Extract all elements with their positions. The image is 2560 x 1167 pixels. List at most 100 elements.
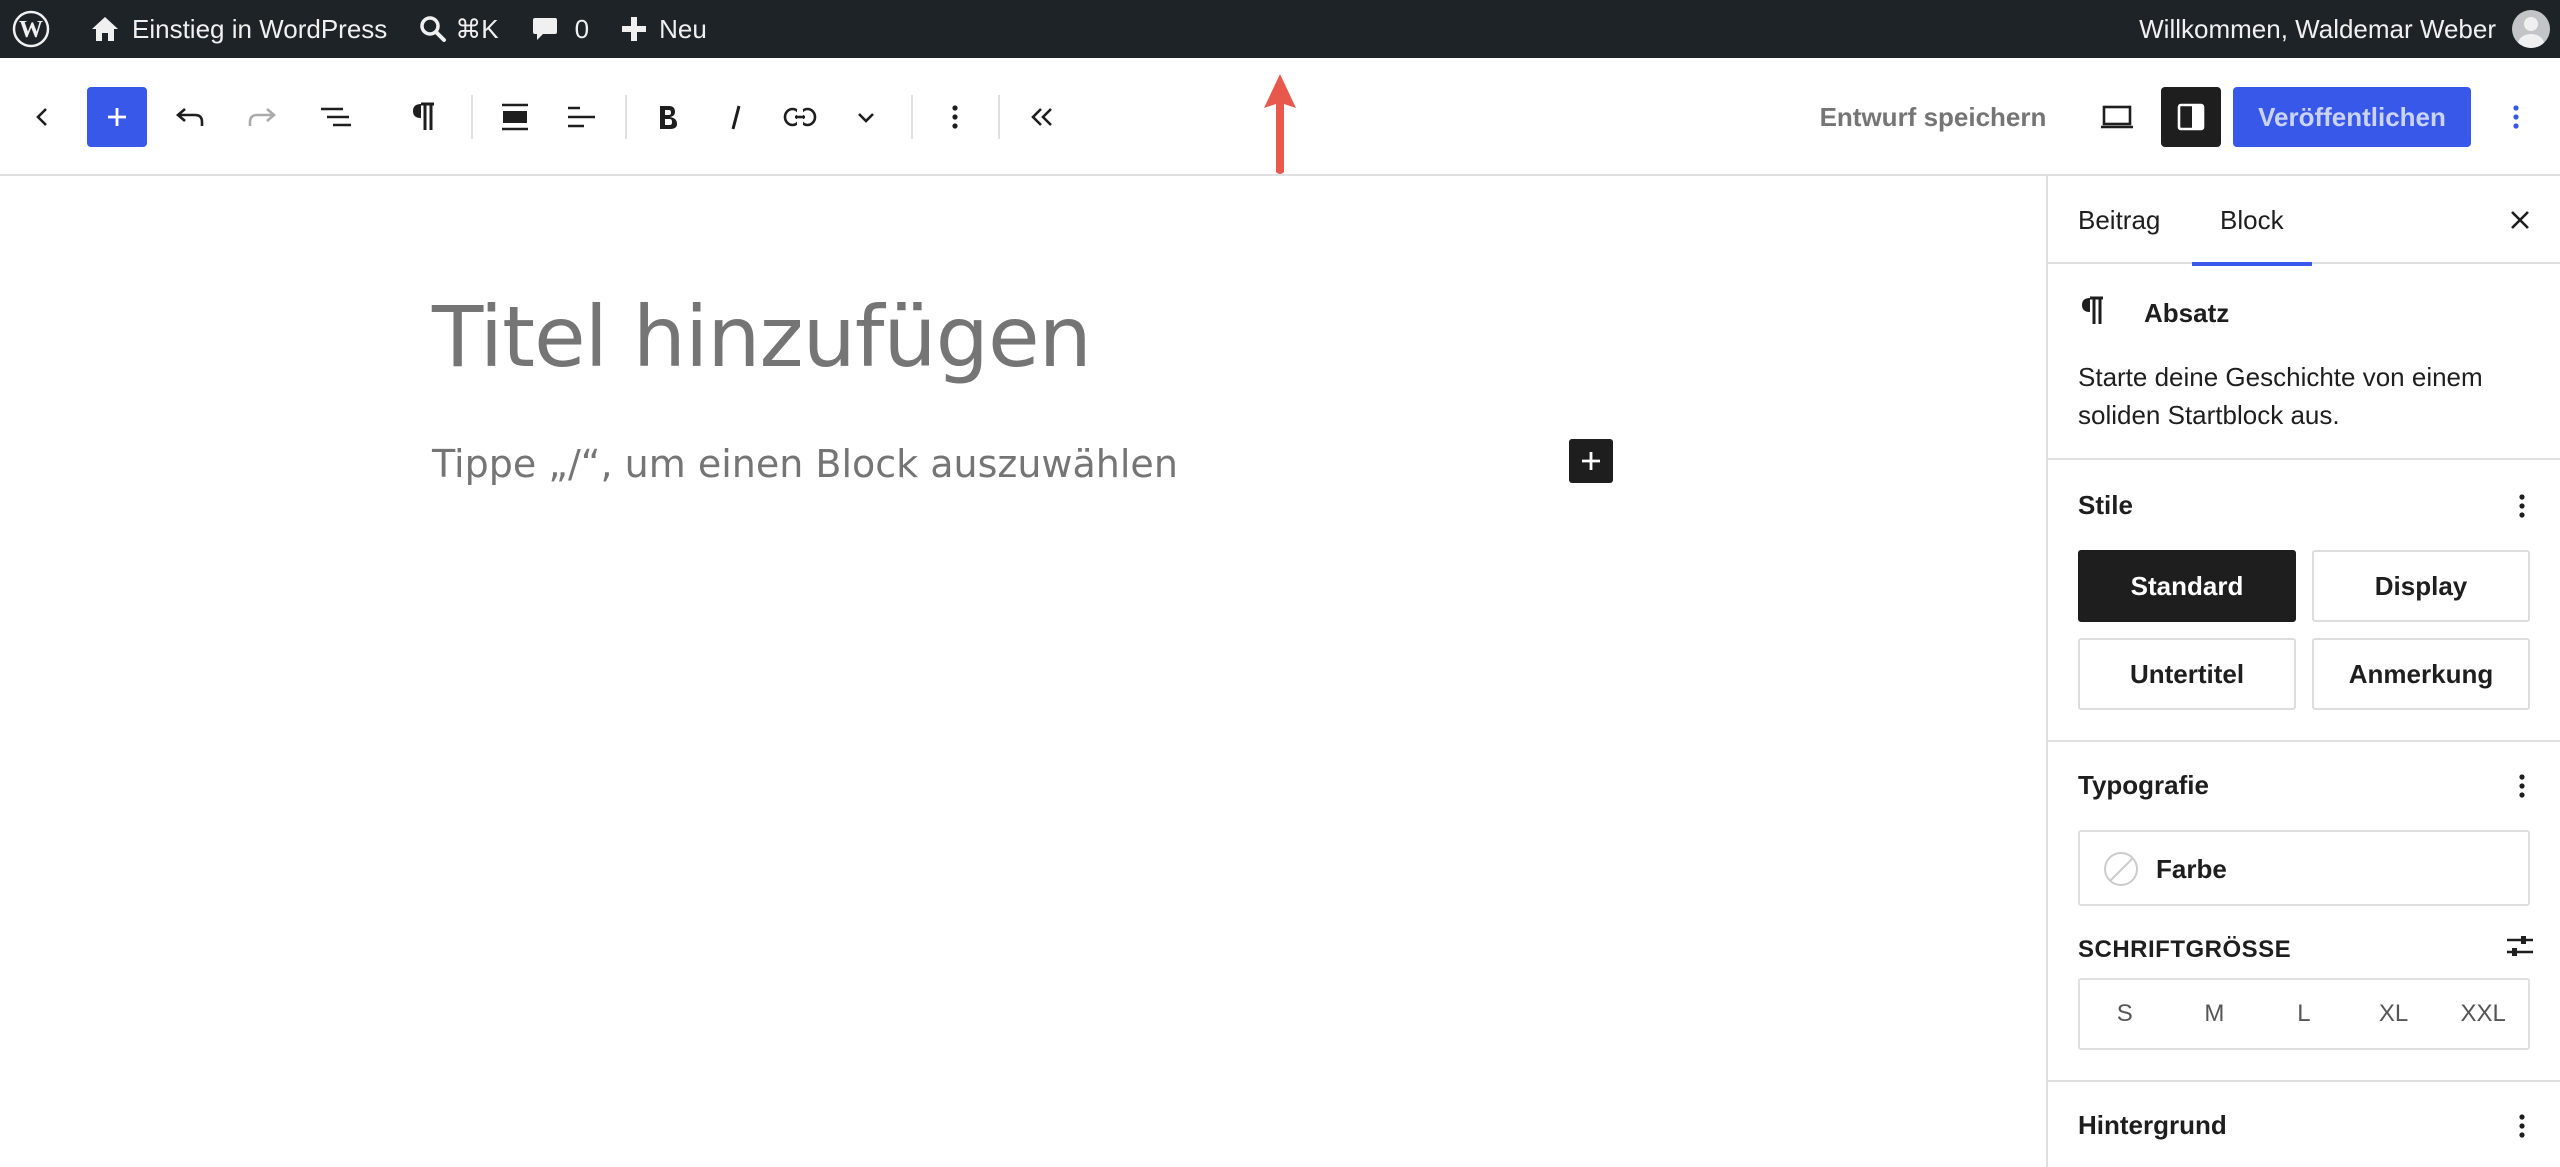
typography-heading: Typografie	[2078, 770, 2209, 800]
toolbar-separator	[911, 95, 913, 139]
close-icon	[2511, 211, 2529, 229]
new-content-button[interactable]: Neu	[603, 0, 721, 58]
sidebar-tabs: Beitrag Block	[2048, 176, 2560, 266]
new-content-label: Neu	[659, 13, 707, 44]
align-wide-icon	[502, 103, 528, 131]
plus-icon	[1582, 452, 1600, 470]
typography-options-button[interactable]	[2506, 770, 2538, 802]
more-formatting-button[interactable]	[836, 87, 896, 147]
options-menu-button[interactable]	[2486, 87, 2546, 147]
admin-bar: W Einstieg in WordPress ⌘K 0 Neu Willkom…	[0, 0, 2560, 58]
custom-font-size-button[interactable]	[2502, 928, 2538, 964]
chevron-down-icon	[858, 113, 874, 123]
font-size-xxl[interactable]: XXL	[2438, 980, 2528, 1048]
document-overview-button[interactable]	[306, 87, 366, 147]
font-size-picker: S M L XL XXL	[2078, 978, 2530, 1050]
italic-icon	[731, 105, 741, 130]
wordpress-logo-button[interactable]: W	[0, 0, 64, 58]
settings-toggle-button[interactable]	[2161, 87, 2221, 147]
plus-icon	[622, 17, 647, 41]
publish-button[interactable]: Veröffentlichen	[2233, 87, 2471, 147]
block-width-button[interactable]	[485, 87, 545, 147]
inline-block-inserter-button[interactable]	[1569, 439, 1613, 483]
font-size-xl[interactable]: XL	[2349, 980, 2439, 1048]
font-size-m[interactable]: M	[2170, 980, 2260, 1048]
more-vertical-icon	[2519, 494, 2525, 518]
style-display-button[interactable]: Display	[2312, 550, 2530, 622]
background-options-button[interactable]	[2506, 1110, 2538, 1142]
block-description: Starte deine Geschichte von einem solide…	[2078, 362, 2483, 430]
block-type-button[interactable]	[394, 87, 454, 147]
site-name-link[interactable]: Einstieg in WordPress	[64, 0, 401, 58]
comment-icon	[532, 18, 557, 40]
command-shortcut-label: ⌘K	[455, 13, 499, 44]
user-avatar	[2512, 10, 2550, 48]
desktop-icon	[2101, 105, 2133, 129]
more-vertical-icon	[2513, 105, 2519, 129]
paragraph-block-input[interactable]: Tippe „/“, um einen Block auszuwählen	[432, 442, 1178, 486]
block-options-button[interactable]	[925, 87, 985, 147]
redo-icon	[248, 108, 276, 126]
plus-icon	[108, 108, 126, 126]
tab-post[interactable]: Beitrag	[2078, 176, 2160, 264]
tab-block[interactable]: Block	[2192, 176, 2312, 266]
save-draft-button[interactable]: Entwurf speichern	[1808, 87, 2058, 147]
preview-button[interactable]	[2087, 87, 2147, 147]
greeting-text: Willkommen, Waldemar Weber	[2139, 13, 2496, 44]
text-color-control[interactable]: Farbe	[2078, 830, 2530, 906]
collapse-toolbar-button[interactable]	[1011, 87, 1071, 147]
panel-divider	[2048, 1080, 2560, 1082]
chevron-double-left-icon	[1031, 108, 1052, 126]
align-left-icon	[568, 106, 595, 128]
text-align-button[interactable]	[551, 87, 611, 147]
annotation-arrow	[1264, 74, 1296, 174]
more-vertical-icon	[2519, 1114, 2525, 1138]
paragraph-icon	[2082, 296, 2103, 324]
styles-options-button[interactable]	[2506, 490, 2538, 522]
undo-icon	[176, 108, 204, 126]
account-menu[interactable]: Willkommen, Waldemar Weber	[2139, 0, 2550, 58]
block-card: Absatz Starte deine Geschichte von einem…	[2048, 266, 2560, 460]
redo-button[interactable]	[232, 87, 292, 147]
chevron-left-icon	[36, 108, 47, 126]
styles-heading: Stile	[2078, 490, 2133, 520]
background-heading: Hintergrund	[2078, 1110, 2227, 1140]
more-vertical-icon	[2519, 774, 2525, 798]
command-palette-button[interactable]: ⌘K	[401, 0, 512, 58]
back-button[interactable]	[12, 87, 72, 147]
undo-button[interactable]	[160, 87, 220, 147]
settings-sliders-icon	[2507, 936, 2533, 956]
style-subtitle-button[interactable]: Untertitel	[2078, 638, 2296, 710]
search-icon	[420, 16, 447, 42]
comments-count: 0	[574, 13, 590, 44]
site-name-label: Einstieg in WordPress	[132, 13, 388, 44]
link-button[interactable]	[770, 87, 830, 147]
link-icon	[783, 107, 817, 127]
color-swatch-none	[2104, 852, 2138, 886]
toolbar-separator	[998, 95, 1000, 139]
style-note-button[interactable]: Anmerkung	[2312, 638, 2530, 710]
color-label: Farbe	[2156, 854, 2227, 884]
sidebar-icon	[2177, 103, 2205, 131]
block-name: Absatz	[2144, 298, 2230, 328]
toolbar-separator	[625, 95, 627, 139]
post-title-input[interactable]: Titel hinzufügen	[432, 288, 1092, 386]
svg-text:W: W	[19, 17, 43, 43]
toolbar-separator	[471, 95, 473, 139]
style-standard-button[interactable]: Standard	[2078, 550, 2296, 622]
settings-sidebar: Beitrag Block Absatz Starte deine Geschi…	[2046, 176, 2560, 1167]
panel-divider	[2048, 740, 2560, 742]
wordpress-icon: W	[12, 10, 50, 48]
block-inserter-button[interactable]	[87, 87, 147, 147]
comments-link[interactable]: 0	[513, 0, 603, 58]
close-sidebar-button[interactable]	[2498, 198, 2542, 242]
font-size-l[interactable]: L	[2259, 980, 2349, 1048]
editor-canvas: Titel hinzufügen Tippe „/“, um einen Blo…	[0, 176, 2046, 1167]
home-icon	[92, 17, 118, 41]
bold-button[interactable]	[638, 87, 698, 147]
italic-button[interactable]	[706, 87, 766, 147]
font-size-s[interactable]: S	[2080, 980, 2170, 1048]
paragraph-icon	[413, 102, 434, 130]
list-view-icon	[321, 107, 351, 127]
font-size-label: SCHRIFTGRÖSSE	[2078, 936, 2292, 963]
